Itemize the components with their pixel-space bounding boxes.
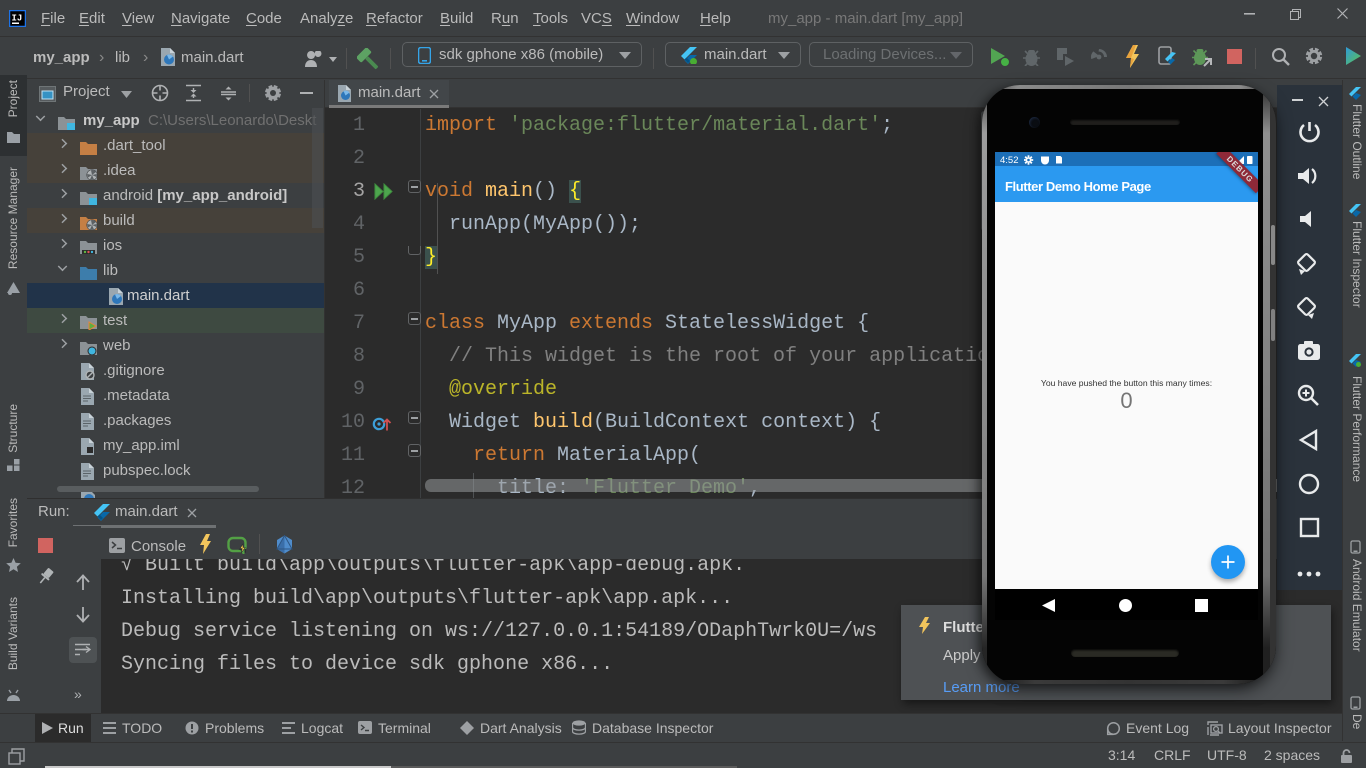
svg-text:IJ: IJ bbox=[12, 14, 23, 24]
